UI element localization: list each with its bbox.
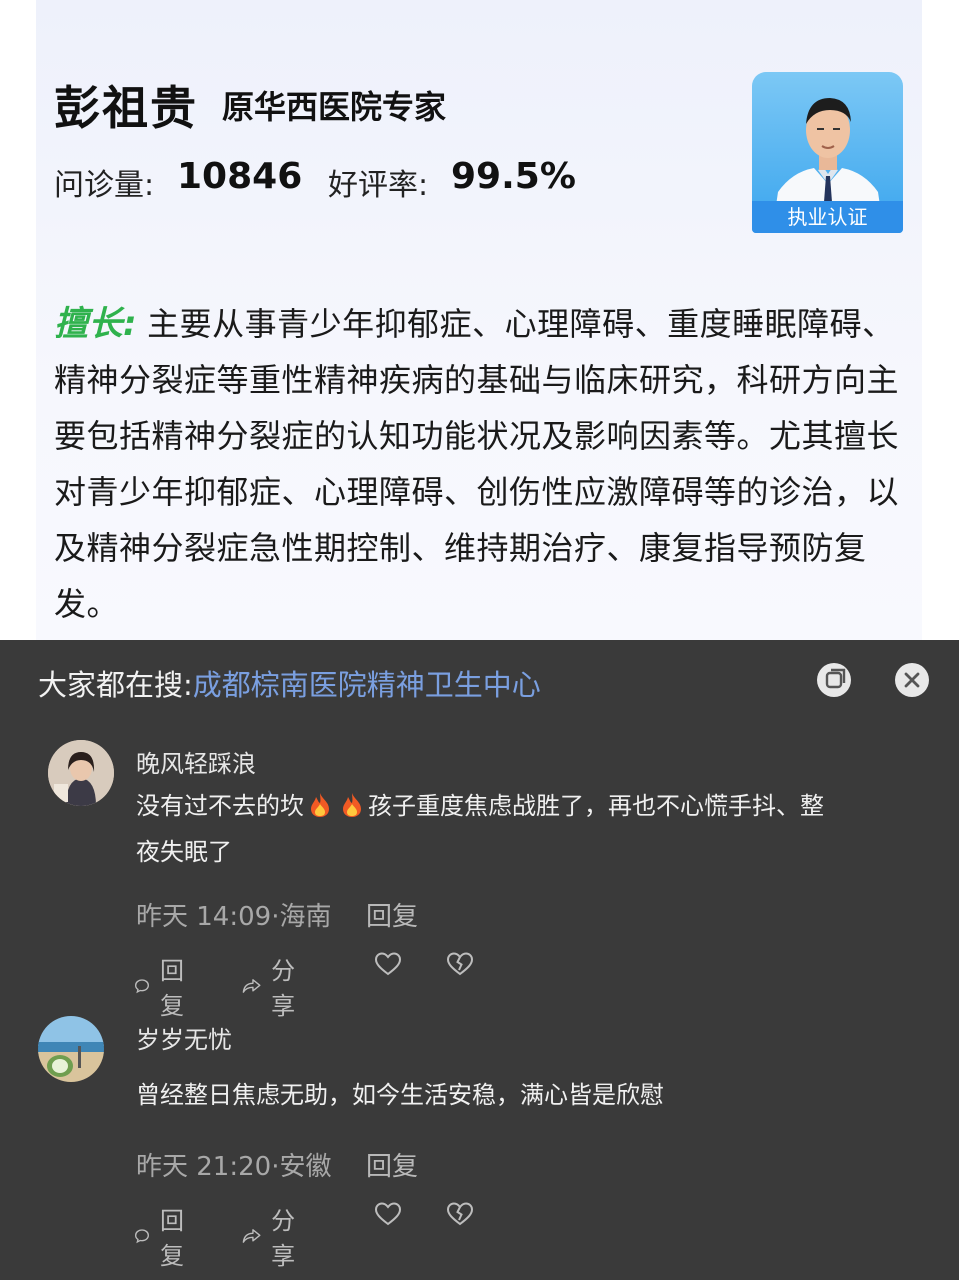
user-avatar-icon bbox=[48, 740, 114, 806]
comment-text-part: 孩子重度焦虑战胜了，再也不心慌手抖、整 bbox=[368, 792, 824, 820]
comment-text-part: 没有过不去的坎 bbox=[136, 792, 304, 820]
comment-meta: 昨天 14:09·海南 bbox=[136, 902, 332, 932]
heart-icon bbox=[374, 1202, 402, 1226]
fire-emoji-icon bbox=[343, 793, 361, 817]
cert-badge: 执业认证 bbox=[752, 201, 903, 233]
avatar[interactable] bbox=[48, 740, 114, 806]
doctor-title: 原华西医院专家 bbox=[222, 88, 447, 126]
user-avatar-icon bbox=[38, 1016, 104, 1082]
share-button[interactable]: 分享 bbox=[242, 1201, 304, 1271]
like-button[interactable] bbox=[374, 951, 412, 977]
reply-button-label: 回复 bbox=[160, 1207, 184, 1270]
reply-button-label: 回复 bbox=[160, 957, 184, 1020]
search-query-link[interactable]: 成都棕南医院精神卫生中心 bbox=[193, 668, 541, 702]
broken-heart-icon bbox=[446, 1202, 474, 1226]
comment-bubble-icon bbox=[134, 979, 150, 994]
share-button[interactable]: 分享 bbox=[242, 951, 304, 1021]
doctor-name: 彭祖贵 bbox=[54, 81, 198, 135]
share-button-label: 分享 bbox=[271, 1207, 296, 1270]
broken-heart-icon bbox=[446, 952, 474, 976]
reply-link[interactable]: 回复 bbox=[366, 896, 418, 933]
comment-text-part: 夜失眠了 bbox=[136, 838, 232, 866]
comment-bubble-icon bbox=[134, 1229, 150, 1244]
reply-button[interactable]: 回复 bbox=[134, 951, 192, 1021]
close-icon bbox=[904, 672, 920, 688]
dislike-button[interactable] bbox=[446, 1201, 484, 1227]
dislike-button[interactable] bbox=[446, 951, 484, 977]
search-prefix: 大家都在搜: bbox=[38, 668, 193, 702]
specialty-block: 擅长: 主要从事青少年抑郁症、心理障碍、重度睡眠障碍、精神分裂症等重性精神疾病的基… bbox=[54, 296, 910, 632]
search-suggestion: 大家都在搜:成都棕南医院精神卫生中心 bbox=[38, 662, 541, 704]
close-button[interactable] bbox=[895, 663, 929, 697]
comment-username[interactable]: 晚风轻踩浪 bbox=[136, 744, 256, 779]
reply-link[interactable]: 回复 bbox=[366, 1146, 418, 1183]
share-arrow-icon bbox=[242, 1229, 261, 1243]
expand-icon bbox=[825, 668, 846, 689]
doctor-photo[interactable]: 执业认证 bbox=[752, 72, 903, 233]
doctor-section: 彭祖贵 原华西医院专家 问诊量: 10846 好评率: 99.5% 执业认证 擅… bbox=[0, 0, 959, 640]
heart-icon bbox=[374, 952, 402, 976]
consults-value: 10846 bbox=[177, 156, 303, 197]
expand-button[interactable] bbox=[817, 663, 851, 697]
comment-username[interactable]: 岁岁无忧 bbox=[136, 1020, 232, 1055]
share-button-label: 分享 bbox=[271, 957, 296, 1020]
comment-text: 曾经整日焦虑无助，如今生活安稳，满心皆是欣慰 bbox=[136, 1081, 664, 1109]
consults-label: 问诊量: bbox=[54, 168, 155, 203]
comment-meta: 昨天 21:20·安徽 bbox=[136, 1152, 332, 1182]
specialty-tag: 擅长: bbox=[54, 304, 138, 344]
specialty-text: 主要从事青少年抑郁症、心理障碍、重度睡眠障碍、精神分裂症等重性精神疾病的基础与临… bbox=[54, 305, 900, 623]
rating-label: 好评率: bbox=[328, 168, 429, 203]
reply-button[interactable]: 回复 bbox=[134, 1201, 192, 1271]
avatar[interactable] bbox=[38, 1016, 104, 1082]
like-button[interactable] bbox=[374, 1201, 412, 1227]
comment-text: 没有过不去的坎 孩子重度焦虑战胜了，再也不心慌手抖、整 夜失眠了 bbox=[136, 783, 824, 875]
share-arrow-icon bbox=[242, 979, 261, 993]
rating-value: 99.5% bbox=[451, 156, 576, 197]
fire-emoji-icon bbox=[311, 793, 329, 817]
